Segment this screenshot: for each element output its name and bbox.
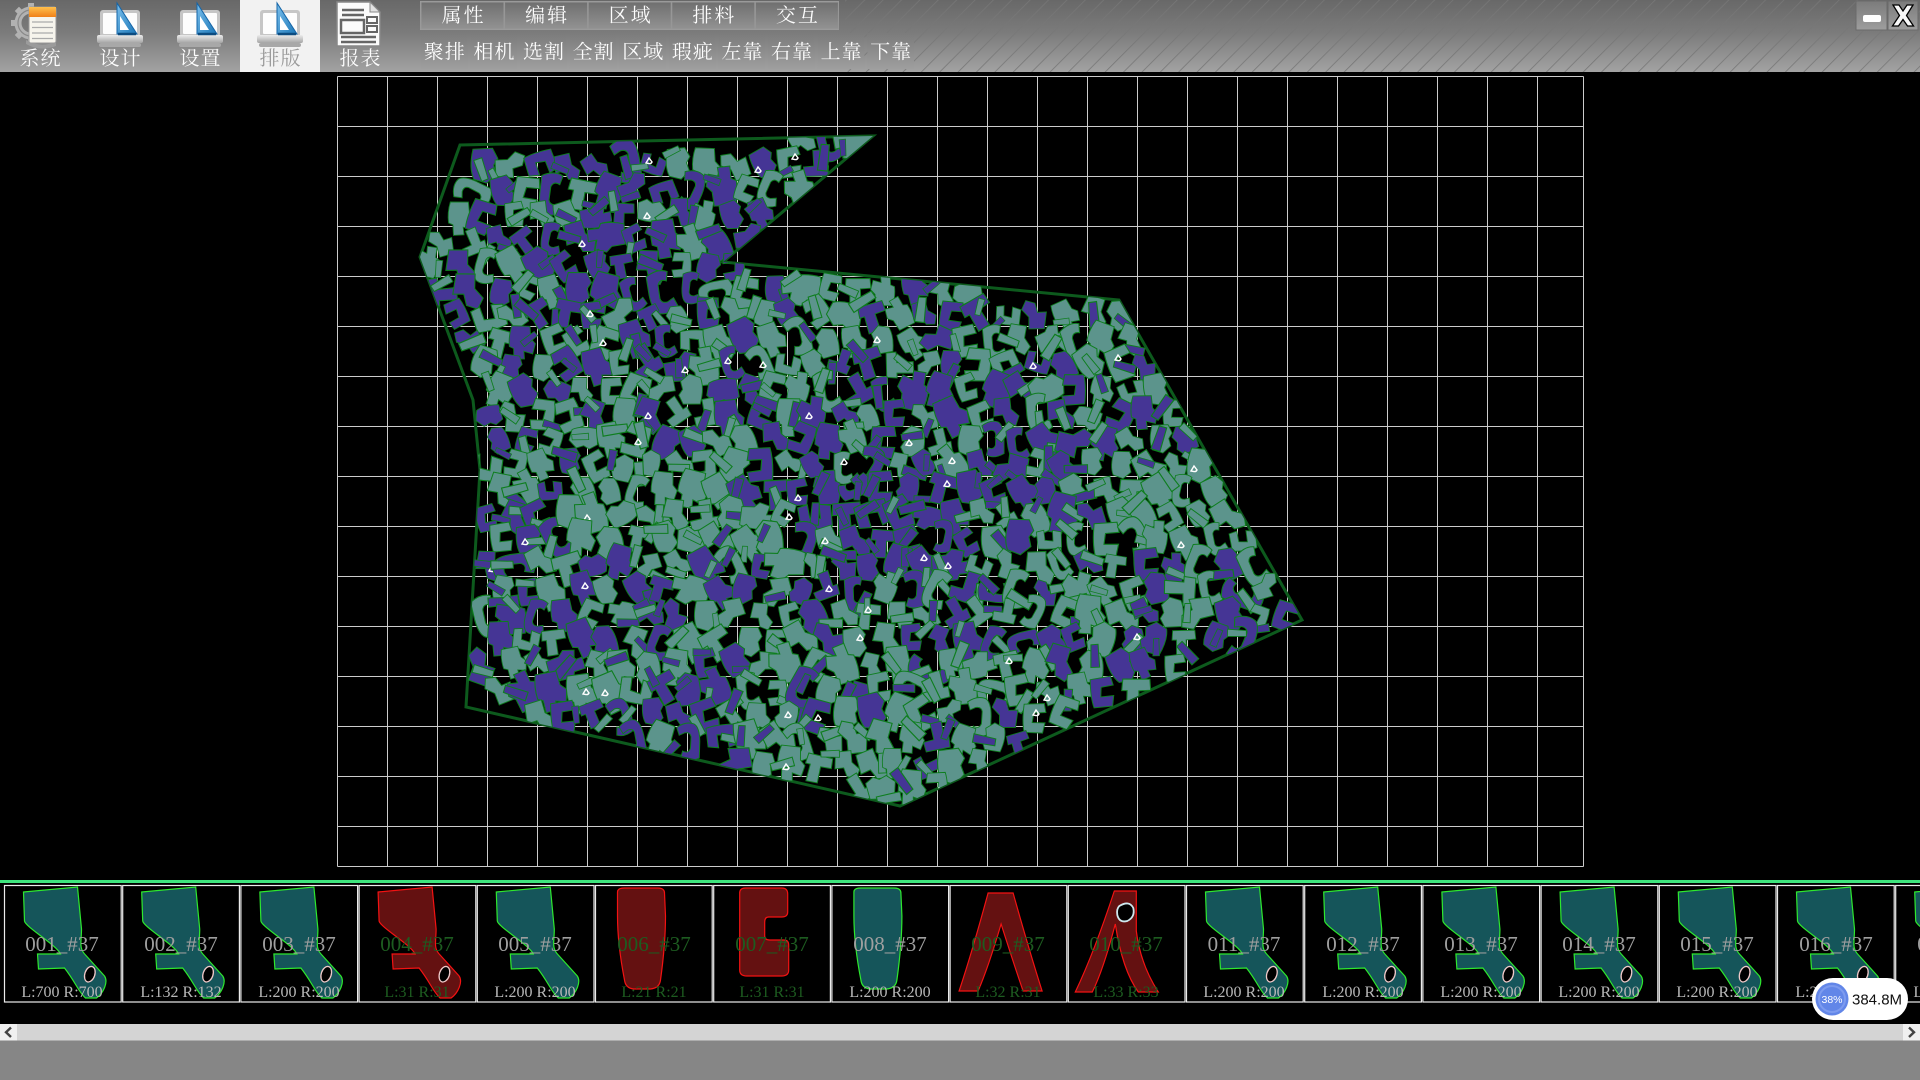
svg-text:L:32 R:31: L:32 R:31: [975, 984, 1040, 1001]
svg-text:015_#37: 015_#37: [1680, 932, 1754, 956]
svg-text:013_#37: 013_#37: [1444, 932, 1518, 956]
svg-text:001_#37: 001_#37: [25, 932, 99, 956]
svg-text:016_#37: 016_#37: [1799, 932, 1873, 956]
svg-text:38%: 38%: [1821, 994, 1842, 1006]
svg-text:L:200 R:200: L:200 R:200: [1676, 984, 1757, 1001]
svg-text:L:700 R:700: L:700 R:700: [21, 984, 102, 1001]
svg-text:L:200 R:200: L:200 R:200: [1913, 984, 1920, 1001]
svg-text:L:200 R:200: L:200 R:200: [258, 984, 339, 1001]
svg-text:012_#37: 012_#37: [1326, 932, 1400, 956]
svg-text:L:200 R:200: L:200 R:200: [1440, 984, 1521, 1001]
svg-text:005_#37: 005_#37: [498, 932, 572, 956]
svg-text:L:200 R:200: L:200 R:200: [849, 984, 930, 1001]
svg-text:L:200 R:200: L:200 R:200: [1322, 984, 1403, 1001]
svg-text:L:200 R:200: L:200 R:200: [1558, 984, 1639, 1001]
svg-text:L:200 R:200: L:200 R:200: [494, 984, 575, 1001]
svg-text:L:31 R:31: L:31 R:31: [384, 984, 449, 1001]
svg-text:007_#37: 007_#37: [735, 932, 809, 956]
svg-text:384.8M: 384.8M: [1852, 992, 1902, 1009]
svg-text:L:200 R:200: L:200 R:200: [1203, 984, 1284, 1001]
svg-text:L:31 R:31: L:31 R:31: [739, 984, 804, 1001]
svg-text:011_#37: 011_#37: [1208, 932, 1281, 956]
svg-text:014_#37: 014_#37: [1562, 932, 1636, 956]
svg-text:010_#37: 010_#37: [1089, 932, 1163, 956]
svg-text:004_#37: 004_#37: [380, 932, 454, 956]
svg-text:L:21 R:21: L:21 R:21: [621, 984, 686, 1001]
svg-text:008_#37: 008_#37: [853, 932, 927, 956]
svg-text:006_#37: 006_#37: [617, 932, 691, 956]
svg-text:003_#37: 003_#37: [262, 932, 336, 956]
svg-text:002_#37: 002_#37: [144, 932, 218, 956]
svg-text:009_#37: 009_#37: [971, 932, 1045, 956]
svg-text:L:132 R:132: L:132 R:132: [140, 984, 221, 1001]
svg-text:L:33 R:33: L:33 R:33: [1093, 984, 1158, 1001]
